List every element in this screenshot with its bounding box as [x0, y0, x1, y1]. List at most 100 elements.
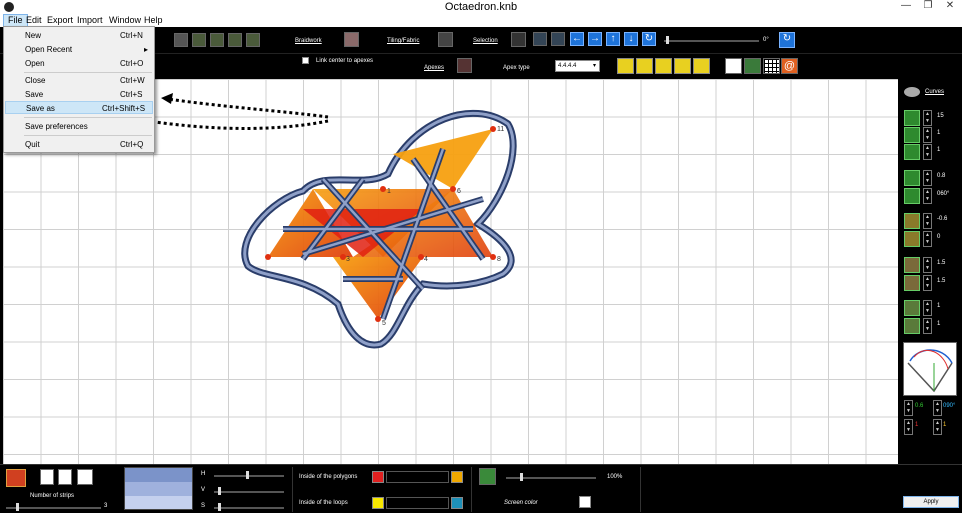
cross-alt-icon[interactable]	[210, 33, 224, 47]
selection-link[interactable]: Selection	[473, 38, 498, 44]
pillar-icon[interactable]	[228, 33, 242, 47]
monitor-icon[interactable]	[744, 58, 761, 74]
arrow-left-icon[interactable]: ←	[570, 32, 584, 46]
loop-inner-color[interactable]	[372, 497, 384, 509]
strip-color-preview[interactable]	[124, 467, 193, 510]
scale-y-icon[interactable]	[904, 275, 920, 291]
stepper[interactable]: ▲ ▼	[923, 275, 932, 291]
stepper[interactable]: ▲ ▼	[904, 419, 913, 435]
menu-item-open[interactable]: Open Ctrl+O	[5, 57, 153, 70]
curve-tool-icon[interactable]	[725, 58, 742, 74]
loop-gradient[interactable]	[386, 497, 449, 509]
strip-style-icon[interactable]	[6, 469, 26, 487]
menu-item-save-preferences[interactable]: Save preferences	[5, 120, 153, 133]
braidwork-link[interactable]: Braidwork	[295, 38, 322, 44]
offset-icon[interactable]	[904, 213, 920, 229]
screen-color-swatch[interactable]	[579, 496, 591, 508]
loop-size-icon[interactable]	[904, 300, 920, 316]
diamond-shape-icon[interactable]	[636, 58, 653, 74]
polygon-inner-color[interactable]	[372, 471, 384, 483]
at-sign-icon[interactable]: @	[781, 58, 798, 74]
chevron-right-icon: ▸	[144, 45, 149, 54]
polygon-outer-color[interactable]	[451, 471, 463, 483]
close-icon[interactable]: ✕	[939, 0, 961, 14]
file-menu-dropdown: New Ctrl+N Open Recent ▸ Open Ctrl+O Close C…	[3, 26, 155, 153]
apex-type-select[interactable]: 4.4.4.4 ▾	[555, 60, 600, 72]
stepper[interactable]: ▲ ▼	[923, 170, 932, 186]
curve-angle-icon[interactable]	[904, 188, 920, 204]
node-label: 1	[387, 188, 391, 195]
stepper[interactable]: ▲ ▼	[923, 231, 932, 247]
stepper[interactable]: ▲ ▼	[923, 257, 932, 273]
stepper[interactable]: ▲ ▼	[923, 318, 932, 334]
restore-icon[interactable]: ❐	[917, 0, 939, 14]
loop-outer-color[interactable]	[451, 497, 463, 509]
menu-item-save-as[interactable]: Save as Ctrl+Shift+S	[5, 101, 153, 114]
curve-preview[interactable]	[903, 342, 957, 396]
apexes-icon[interactable]	[457, 58, 472, 73]
annotation-arrow	[167, 97, 329, 119]
strip-style-icon[interactable]	[174, 33, 188, 47]
menu-item-close[interactable]: Close Ctrl+W	[5, 74, 153, 87]
braidwork-icon[interactable]	[344, 32, 359, 47]
stepper[interactable]: ▲ ▼	[923, 213, 932, 229]
curve-tension-icon[interactable]	[904, 170, 920, 186]
saturation-slider[interactable]	[214, 503, 284, 511]
stepper[interactable]: ▲ ▼	[923, 144, 932, 160]
pentagon-shape-icon[interactable]	[674, 58, 691, 74]
loop-shape-icon[interactable]	[904, 318, 920, 334]
stepper[interactable]: ▲ ▼	[923, 188, 932, 204]
rotate-icon[interactable]: ↻	[642, 32, 656, 46]
menu-item-quit[interactable]: Quit Ctrl+Q	[5, 138, 153, 151]
trapezoid-shape-icon[interactable]	[655, 58, 672, 74]
value-slider[interactable]	[214, 487, 284, 495]
num-strips-label: Number of strips	[30, 493, 75, 499]
grid-icon[interactable]	[438, 32, 453, 47]
move-down-icon[interactable]	[533, 32, 547, 46]
menu-item-new[interactable]: New Ctrl+N	[5, 29, 153, 42]
polygon-tile	[393, 129, 493, 189]
one-strip-icon[interactable]	[40, 469, 54, 485]
shift-icon[interactable]	[904, 231, 920, 247]
arrow-down-icon[interactable]: ↓	[624, 32, 638, 46]
stepper[interactable]: ▲ ▼	[923, 300, 932, 316]
selection-icon[interactable]	[511, 32, 526, 47]
strip-width-icon[interactable]	[904, 110, 920, 126]
apexes-link[interactable]: Apexes	[424, 65, 444, 71]
curves-link[interactable]: Curves	[925, 89, 944, 95]
stepper[interactable]: ▲ ▼	[933, 419, 942, 435]
move-up-icon[interactable]	[551, 32, 565, 46]
arrow-up-icon[interactable]: ↑	[606, 32, 620, 46]
stepper[interactable]: ▲ ▼	[923, 127, 932, 143]
polygon-gradient[interactable]	[386, 471, 449, 483]
bottom-panel: Number of strips 3 H V S Inside of the p…	[0, 464, 962, 513]
two-strips-icon[interactable]	[58, 469, 72, 485]
three-strips-icon[interactable]	[77, 469, 93, 485]
apply-button[interactable]: Apply	[903, 496, 959, 508]
eye-icon[interactable]	[904, 87, 920, 97]
stepper[interactable]: ▲ ▼	[904, 400, 913, 416]
rotation-slider[interactable]	[664, 36, 759, 44]
minimize-icon[interactable]: —	[895, 0, 917, 14]
scale-x-icon[interactable]	[904, 257, 920, 273]
zoom-slider[interactable]	[506, 473, 596, 481]
stripes-icon[interactable]	[246, 33, 260, 47]
triangle-shape-icon[interactable]	[617, 58, 634, 74]
rotate-reset-icon[interactable]: ↻	[779, 32, 795, 48]
inside-loops-label: Inside of the loops	[299, 500, 348, 506]
stepper[interactable]: ▲ ▼	[923, 110, 932, 126]
strips-slider[interactable]	[6, 503, 101, 511]
strip-gap-icon[interactable]	[904, 127, 920, 143]
grid-toggle-icon[interactable]	[763, 58, 780, 74]
link-center-checkbox[interactable]	[302, 57, 309, 64]
hue-slider[interactable]	[214, 471, 284, 479]
menu-item-save[interactable]: Save Ctrl+S	[5, 88, 153, 101]
cross-style-icon[interactable]	[192, 33, 206, 47]
tiling-link[interactable]: Tiling/Fabric	[387, 38, 419, 44]
menu-item-open-recent[interactable]: Open Recent ▸	[5, 43, 153, 56]
stepper[interactable]: ▲ ▼	[933, 400, 942, 416]
arrow-right-icon[interactable]: →	[588, 32, 602, 46]
strip-border-icon[interactable]	[904, 144, 920, 160]
zoom-icon[interactable]	[479, 468, 496, 485]
hexagon-shape-icon[interactable]	[693, 58, 710, 74]
